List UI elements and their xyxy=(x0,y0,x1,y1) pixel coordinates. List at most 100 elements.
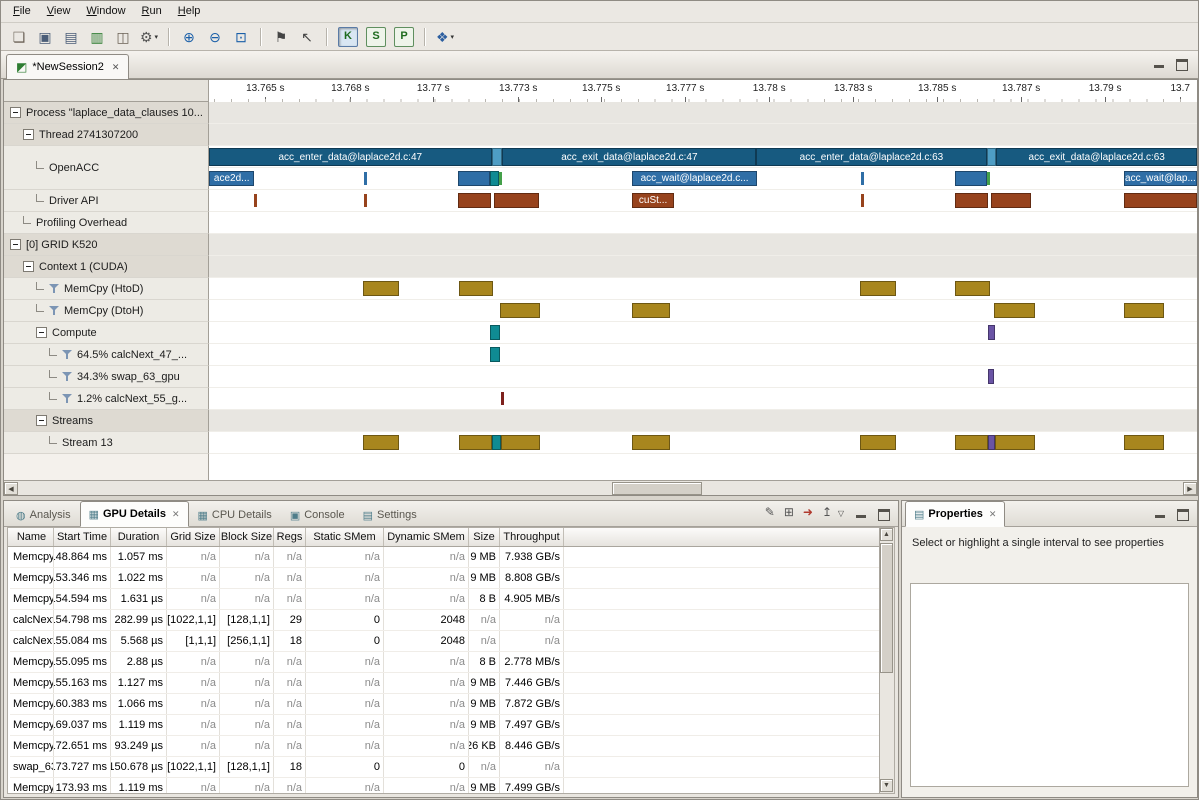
minimize-icon[interactable] xyxy=(1155,515,1165,518)
timeline-interval[interactable] xyxy=(364,194,366,207)
filter-funnel-icon[interactable] xyxy=(62,394,72,403)
zoom-in-button[interactable]: ⊕ xyxy=(177,25,201,49)
timeline-interval[interactable] xyxy=(1124,193,1197,208)
analysis-button[interactable]: ❖▾ xyxy=(433,25,457,49)
table-row[interactable]: Memcpy172.651 ms93.249 µsn/an/an/an/an/a… xyxy=(10,736,879,757)
view-menu-icon[interactable]: ▽ xyxy=(838,509,844,518)
column-header-size[interactable]: Size xyxy=(469,528,500,546)
timeline-interval[interactable] xyxy=(490,171,500,186)
filter-funnel-icon[interactable] xyxy=(62,350,72,359)
timeline-interval[interactable] xyxy=(499,172,502,185)
settings-button[interactable]: ⚙▾ xyxy=(137,25,161,49)
menu-help[interactable]: Help xyxy=(170,1,209,22)
scroll-left-icon[interactable]: ◀ xyxy=(4,482,18,495)
minimize-icon[interactable] xyxy=(1154,65,1164,68)
timeline-interval[interactable] xyxy=(987,172,991,185)
row-label-kernel-swap63[interactable]: 34.3% swap_63_gpu xyxy=(4,366,209,388)
filter-funnel-icon[interactable] xyxy=(62,372,72,381)
column-header-dynamic-smem[interactable]: Dynamic SMem xyxy=(384,528,469,546)
collapse-toggle-icon[interactable] xyxy=(10,239,21,250)
timeline-interval[interactable] xyxy=(955,435,988,450)
timeline-interval[interactable] xyxy=(995,435,1035,450)
timeline-interval[interactable] xyxy=(991,193,1032,208)
row-label-kernel-calcnext47[interactable]: 64.5% calcNext_47_... xyxy=(4,344,209,366)
timeline-interval[interactable]: acc_wait@laplace2d.c... xyxy=(632,171,757,186)
layout-icon[interactable]: ⊞ xyxy=(784,506,794,518)
timeline-interval[interactable] xyxy=(459,281,493,296)
row-label-memcpy-htod[interactable]: MemCpy (HtoD) xyxy=(4,278,209,300)
row-label-kernel-calcnext55[interactable]: 1.2% calcNext_55_g... xyxy=(4,388,209,410)
timeline-interval[interactable] xyxy=(987,148,997,166)
tab-settings[interactable]: ▤Settings xyxy=(354,504,426,526)
timeline-interval[interactable] xyxy=(988,369,995,384)
marker-flag-button[interactable]: ⚑ xyxy=(269,25,293,49)
timeline-interval[interactable] xyxy=(500,303,540,318)
timeline-interval[interactable] xyxy=(501,392,503,405)
timeline-interval[interactable] xyxy=(1124,435,1165,450)
timeline-interval[interactable] xyxy=(501,435,540,450)
timeline-interval[interactable] xyxy=(254,194,256,207)
column-header-grid-size[interactable]: Grid Size xyxy=(167,528,220,546)
tab-gpu-details[interactable]: ▦GPU Details✕ xyxy=(80,501,189,527)
row-label-profiling-overhead[interactable]: Profiling Overhead xyxy=(4,212,209,234)
zoom-fit-button[interactable]: ⊡ xyxy=(229,25,253,49)
scroll-right-icon[interactable]: ▶ xyxy=(1183,482,1197,495)
timeline-interval[interactable]: cuSt... xyxy=(632,193,674,208)
menu-window[interactable]: Window xyxy=(78,1,133,22)
row-label-memcpy-dtoh[interactable]: MemCpy (DtoH) xyxy=(4,300,209,322)
timeline-interval[interactable] xyxy=(988,325,996,340)
timeline-interval[interactable] xyxy=(490,325,501,340)
stream-timeline-button[interactable]: S xyxy=(366,27,386,47)
chart-report-button[interactable]: ▥ xyxy=(85,25,109,49)
row-label-streams[interactable]: Streams xyxy=(4,410,209,432)
table-row[interactable]: Memcpy148.864 ms1.057 msn/an/an/an/an/a9… xyxy=(10,547,879,568)
zoom-out-button[interactable]: ⊖ xyxy=(203,25,227,49)
column-header-duration[interactable]: Duration xyxy=(111,528,167,546)
column-header-static-smem[interactable]: Static SMem xyxy=(306,528,384,546)
column-header-start-time[interactable]: Start Time xyxy=(54,528,111,546)
maximize-icon[interactable] xyxy=(1177,509,1189,521)
close-tab-icon[interactable]: ✕ xyxy=(989,509,997,520)
timeline-interval[interactable]: acc_enter_data@laplace2d.c:63 xyxy=(756,148,986,166)
table-row[interactable]: Memcpy160.383 ms1.066 msn/an/an/an/an/a9… xyxy=(10,694,879,715)
timeline-interval[interactable] xyxy=(861,172,863,185)
tab-console[interactable]: ▣Console xyxy=(281,504,354,526)
timeline-interval[interactable] xyxy=(955,171,987,186)
collapse-toggle-icon[interactable] xyxy=(36,327,47,338)
timeline-interval[interactable]: acc_wait@lap... xyxy=(1124,171,1197,186)
row-label-driver-api[interactable]: Driver API xyxy=(4,190,209,212)
tab-cpu-details[interactable]: ▦CPU Details xyxy=(189,504,281,526)
timeline-hscrollbar[interactable]: ◀ ▶ xyxy=(4,480,1197,495)
scroll-down-icon[interactable]: ▼ xyxy=(880,779,893,792)
filter-funnel-icon[interactable] xyxy=(49,306,59,315)
row-label-stream-13[interactable]: Stream 13 xyxy=(4,432,209,454)
row-label-grid-k520[interactable]: [0] GRID K520 xyxy=(4,234,209,256)
column-header-block-size[interactable]: Block Size xyxy=(220,528,274,546)
column-header-regs[interactable]: Regs xyxy=(274,528,306,546)
table-row[interactable]: Memcpy169.037 ms1.119 msn/an/an/an/an/a9… xyxy=(10,715,879,736)
tab-analysis[interactable]: ◍Analysis xyxy=(7,504,80,526)
save-session-button[interactable]: ▤ xyxy=(59,25,83,49)
collapse-toggle-icon[interactable] xyxy=(23,261,34,272)
export-table-icon[interactable]: ↥ xyxy=(822,506,832,518)
table-row[interactable]: calcNext155.084 ms5.568 µs[1,1,1][256,1,… xyxy=(10,631,879,652)
open-session-button[interactable]: ▣ xyxy=(33,25,57,49)
pencil-icon[interactable]: ✎ xyxy=(765,506,775,518)
timeline-interval[interactable] xyxy=(459,435,492,450)
collapse-toggle-icon[interactable] xyxy=(10,107,21,118)
table-vscrollbar[interactable]: ▲ ▼ xyxy=(879,528,894,793)
column-header-throughput[interactable]: Throughput xyxy=(500,528,564,546)
export-button[interactable]: ◫ xyxy=(111,25,135,49)
timeline-interval[interactable]: acc_exit_data@laplace2d.c:47 xyxy=(502,148,756,166)
new-session-button[interactable]: ❏ xyxy=(7,25,31,49)
timeline-interval[interactable] xyxy=(988,435,996,450)
kernel-timeline-button[interactable]: K xyxy=(338,27,358,47)
row-label-openacc[interactable]: OpenACC xyxy=(4,146,209,190)
timeline-interval[interactable] xyxy=(490,347,501,362)
jump-to-icon[interactable]: ➜ xyxy=(803,506,813,518)
timeline-interval[interactable]: ace2d... xyxy=(209,171,254,186)
timeline-interval[interactable] xyxy=(363,281,399,296)
table-row[interactable]: Memcpy153.346 ms1.022 msn/an/an/an/an/a9… xyxy=(10,568,879,589)
row-label-context-1[interactable]: Context 1 (CUDA) xyxy=(4,256,209,278)
timeline-interval[interactable] xyxy=(363,435,399,450)
